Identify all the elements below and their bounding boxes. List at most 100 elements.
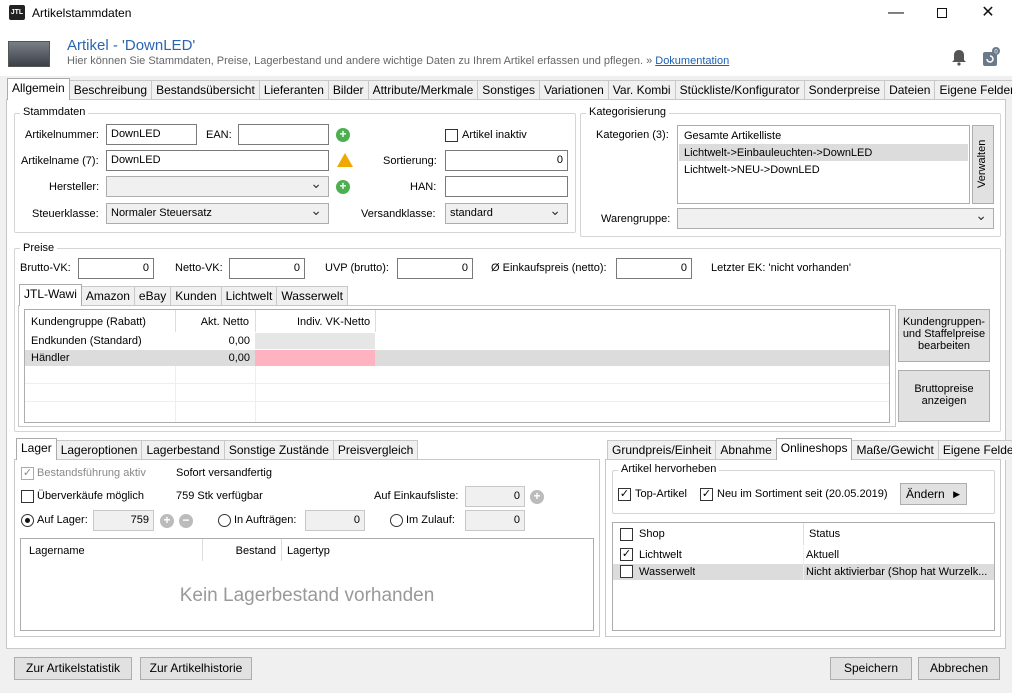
verwalten-button[interactable]: Verwalten — [972, 125, 994, 204]
hervorheben-title: Artikel hervorheben — [618, 463, 720, 475]
save-button[interactable]: Speichern — [830, 657, 912, 680]
artikelnummer-field[interactable]: DownLED — [106, 124, 197, 145]
tab-ebay[interactable]: eBay — [133, 286, 172, 306]
tab-stueckliste[interactable]: Stückliste/Konfigurator — [674, 80, 805, 100]
tab-kunden[interactable]: Kunden — [170, 286, 222, 306]
artikel-inaktiv-checkbox[interactable] — [445, 129, 458, 142]
staffelpreise-button[interactable]: Kundengruppen- und Staffelpreise bearbei… — [898, 309, 990, 362]
sofort-versandfertig: Sofort versandfertig — [176, 467, 272, 479]
aendern-button[interactable]: Ändern ▶ — [900, 483, 967, 505]
tab-masse-gewicht[interactable]: Maße/Gewicht — [851, 440, 939, 460]
tab-beschreibung[interactable]: Beschreibung — [68, 80, 153, 100]
im-zulauf-field: 0 — [465, 510, 525, 531]
top-artikel-checkbox[interactable]: ✓ — [618, 488, 631, 501]
sortierung-field[interactable]: 0 — [445, 150, 568, 171]
tab-grundpreis[interactable]: Grundpreis/Einheit — [607, 440, 717, 460]
auf-lager-radio[interactable] — [21, 514, 34, 527]
ean-field[interactable] — [238, 124, 329, 145]
add-stock-icon[interactable]: + — [160, 514, 174, 528]
letzter-ek: Letzter EK: 'nicht vorhanden' — [711, 262, 851, 274]
bruttopreise-button[interactable]: Bruttopreise anzeigen — [898, 370, 990, 422]
table-row[interactable]: Endkunden (Standard) 0,00 — [25, 333, 889, 349]
cancel-button[interactable]: Abbrechen — [918, 657, 1000, 680]
add-ean-icon[interactable]: + — [336, 128, 350, 142]
tab-lieferanten[interactable]: Lieferanten — [258, 80, 329, 100]
shop-checkbox[interactable]: ✓ — [620, 548, 633, 561]
tab-attribute[interactable]: Attribute/Merkmale — [367, 80, 479, 100]
uvp-field[interactable]: 0 — [397, 258, 473, 279]
page-description: Hier können Sie Stammdaten, Preise, Lage… — [67, 55, 729, 67]
artikelstatistik-button[interactable]: Zur Artikelstatistik — [14, 657, 132, 680]
bell-icon[interactable] — [950, 48, 968, 66]
tab-lagerbestand[interactable]: Lagerbestand — [141, 440, 225, 460]
tab-bestandsuebersicht[interactable]: Bestandsübersicht — [151, 80, 260, 100]
minimize-icon[interactable]: — — [873, 0, 919, 26]
kategorien-list[interactable]: Gesamte Artikelliste Lichtwelt->Einbaule… — [677, 125, 970, 204]
in-auftraegen-field: 0 — [305, 510, 365, 531]
remove-stock-icon[interactable]: − — [179, 514, 193, 528]
artikelname-field[interactable]: DownLED — [106, 150, 329, 171]
auf-lager-label: Auf Lager: — [37, 514, 88, 526]
column-divider — [281, 539, 282, 561]
table-row[interactable]: Händler 0,00 — [25, 350, 889, 366]
tab-eigene-felder-2[interactable]: Eigene Felder — [937, 440, 1012, 460]
tab-dateien[interactable]: Dateien — [884, 80, 936, 100]
im-zulauf-label: Im Zulauf: — [406, 514, 455, 526]
add-hersteller-icon[interactable]: + — [336, 180, 350, 194]
tab-eigene-felder[interactable]: Eigene Felder — [934, 80, 1012, 100]
versandklasse-label: Versandklasse: — [361, 208, 436, 220]
documentation-link[interactable]: Dokumentation — [655, 55, 729, 67]
ek-field[interactable]: 0 — [616, 258, 692, 279]
column-divider — [202, 539, 203, 561]
column-header: Lagertyp — [287, 545, 330, 557]
column-divider — [803, 547, 804, 580]
tab-var-kombi[interactable]: Var. Kombi — [607, 80, 676, 100]
indiv-vk-cell[interactable] — [255, 350, 375, 366]
close-icon[interactable]: ✕ — [965, 0, 1011, 26]
hersteller-dropdown[interactable] — [106, 175, 329, 197]
artikelhistorie-button[interactable]: Zur Artikelhistorie — [140, 657, 252, 680]
bestandsfuehrung-checkbox[interactable]: ✓ — [21, 467, 34, 480]
tab-sonstiges[interactable]: Sonstiges — [477, 80, 540, 100]
column-divider — [255, 366, 256, 422]
tab-sonderpreise[interactable]: Sonderpreise — [803, 80, 886, 100]
tab-lager[interactable]: Lager — [16, 438, 57, 460]
tab-sonstige-zustaende[interactable]: Sonstige Zustände — [223, 440, 334, 460]
tab-preisvergleich[interactable]: Preisvergleich — [332, 440, 419, 460]
shop-name: Lichtwelt — [639, 549, 682, 561]
im-zulauf-radio[interactable] — [390, 514, 403, 527]
list-item[interactable]: Gesamte Artikelliste — [684, 130, 781, 142]
tab-jtl-wawi[interactable]: JTL-Wawi — [19, 284, 82, 306]
ueberverkaeufe-checkbox[interactable] — [21, 490, 34, 503]
in-auftraegen-radio[interactable] — [218, 514, 231, 527]
han-field[interactable] — [445, 176, 568, 197]
list-item[interactable]: Lichtwelt->NEU->DownLED — [684, 164, 820, 176]
warengruppe-dropdown[interactable] — [677, 207, 994, 229]
refresh-icon[interactable]: 0 — [980, 46, 1000, 68]
column-header: Akt. Netto — [200, 316, 249, 328]
tab-abnahme[interactable]: Abnahme — [715, 440, 777, 460]
select-all-checkbox[interactable] — [620, 528, 633, 541]
tab-lageroptionen[interactable]: Lageroptionen — [55, 440, 143, 460]
tab-wasserwelt[interactable]: Wasserwelt — [276, 286, 348, 306]
neu-checkbox[interactable]: ✓ — [700, 488, 713, 501]
tab-variationen[interactable]: Variationen — [538, 80, 609, 100]
steuerklasse-dropdown[interactable]: Normaler Steuersatz — [106, 202, 329, 224]
add-einkaufsliste-icon[interactable]: + — [530, 490, 544, 504]
row-divider — [25, 383, 889, 384]
window-title: Artikelstammdaten — [32, 6, 132, 20]
versandklasse-dropdown[interactable]: standard — [445, 202, 568, 224]
netto-vk-field[interactable]: 0 — [229, 258, 305, 279]
tab-allgemein[interactable]: Allgemein — [7, 78, 70, 100]
warning-icon — [337, 153, 353, 167]
shop-checkbox[interactable] — [620, 565, 633, 578]
tab-lichtwelt[interactable]: Lichtwelt — [220, 286, 278, 306]
brutto-vk-field[interactable]: 0 — [78, 258, 154, 279]
tab-bilder[interactable]: Bilder — [327, 80, 369, 100]
maximize-icon[interactable] — [919, 0, 965, 26]
tab-amazon[interactable]: Amazon — [80, 286, 135, 306]
kundengruppe-cell: Händler — [31, 352, 70, 364]
indiv-vk-cell[interactable] — [255, 333, 375, 349]
tab-onlineshops[interactable]: Onlineshops — [775, 438, 853, 460]
list-item[interactable]: Lichtwelt->Einbauleuchten->DownLED — [679, 144, 968, 161]
